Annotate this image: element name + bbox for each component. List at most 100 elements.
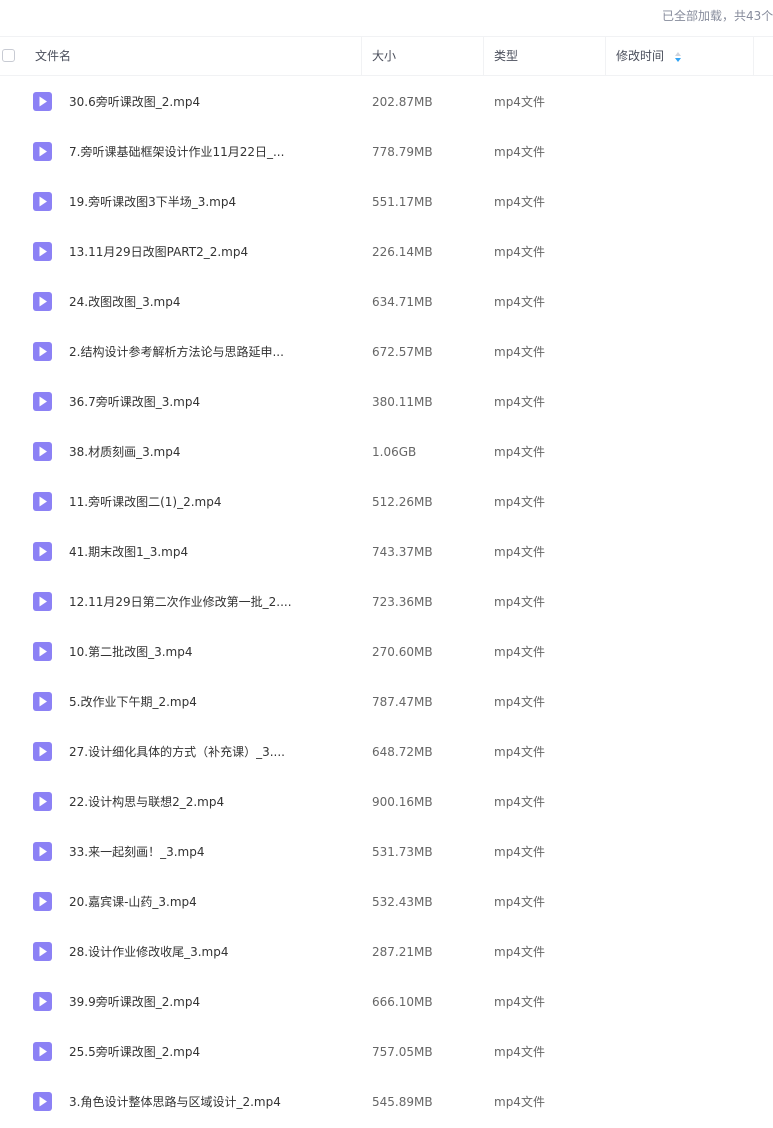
file-name[interactable]: 24.改图改图_3.mp4: [69, 277, 180, 328]
video-file-icon: [33, 692, 52, 711]
file-row[interactable]: 22.设计构思与联想2_2.mp4 900.16MB mp4文件: [0, 777, 773, 827]
file-row[interactable]: 36.7旁听课改图_3.mp4 380.11MB mp4文件: [0, 377, 773, 427]
file-size: 202.87MB: [372, 95, 433, 109]
file-size: 757.05MB: [372, 1045, 433, 1059]
file-row[interactable]: 7.旁听课基础框架设计作业11月22日_... 778.79MB mp4文件: [0, 127, 773, 177]
file-size: 380.11MB: [372, 395, 433, 409]
file-row[interactable]: 33.来一起刻画！_3.mp4 531.73MB mp4文件: [0, 827, 773, 877]
file-row[interactable]: 30.6旁听课改图_2.mp4 202.87MB mp4文件: [0, 77, 773, 127]
file-type: mp4文件: [494, 595, 545, 609]
file-row[interactable]: 10.第二批改图_3.mp4 270.60MB mp4文件: [0, 627, 773, 677]
file-type: mp4文件: [494, 445, 545, 459]
file-row[interactable]: 13.11月29日改图PART2_2.mp4 226.14MB mp4文件: [0, 227, 773, 277]
file-row[interactable]: 38.材质刻画_3.mp4 1.06GB mp4文件: [0, 427, 773, 477]
file-row[interactable]: 28.设计作业修改收尾_3.mp4 287.21MB mp4文件: [0, 927, 773, 977]
file-name[interactable]: 7.旁听课基础框架设计作业11月22日_...: [69, 127, 284, 178]
video-file-icon: [33, 892, 52, 911]
video-file-icon: [33, 742, 52, 761]
file-row[interactable]: 39.9旁听课改图_2.mp4 666.10MB mp4文件: [0, 977, 773, 1027]
column-divider[interactable]: [605, 37, 606, 75]
file-name[interactable]: 13.11月29日改图PART2_2.mp4: [69, 227, 248, 278]
file-type: mp4文件: [494, 395, 545, 409]
file-name[interactable]: 30.6旁听课改图_2.mp4: [69, 77, 200, 128]
file-name[interactable]: 3.角色设计整体思路与区域设计_2.mp4: [69, 1077, 281, 1128]
file-row[interactable]: 11.旁听课改图二(1)_2.mp4 512.26MB mp4文件: [0, 477, 773, 527]
video-file-icon: [33, 842, 52, 861]
file-type: mp4文件: [494, 95, 545, 109]
video-file-icon: [33, 992, 52, 1011]
file-size: 512.26MB: [372, 495, 433, 509]
file-name[interactable]: 27.设计细化具体的方式（补充课）_3....: [69, 727, 285, 778]
file-type: mp4文件: [494, 845, 545, 859]
file-name[interactable]: 22.设计构思与联想2_2.mp4: [69, 777, 224, 828]
file-size: 532.43MB: [372, 895, 433, 909]
file-size: 531.73MB: [372, 845, 433, 859]
file-size: 743.37MB: [372, 545, 433, 559]
video-file-icon: [33, 242, 52, 261]
file-size: 270.60MB: [372, 645, 433, 659]
video-file-icon: [33, 792, 52, 811]
file-name[interactable]: 19.旁听课改图3下半场_3.mp4: [69, 177, 236, 228]
file-size: 648.72MB: [372, 745, 433, 759]
file-row[interactable]: 41.期末改图1_3.mp4 743.37MB mp4文件: [0, 527, 773, 577]
file-row[interactable]: 2.结构设计参考解析方法论与思路延申... 672.57MB mp4文件: [0, 327, 773, 377]
file-row[interactable]: 19.旁听课改图3下半场_3.mp4 551.17MB mp4文件: [0, 177, 773, 227]
file-type: mp4文件: [494, 245, 545, 259]
file-name[interactable]: 41.期末改图1_3.mp4: [69, 527, 188, 578]
loaded-count-text: 已全部加载，共43个: [662, 9, 773, 23]
file-name[interactable]: 33.来一起刻画！_3.mp4: [69, 827, 204, 878]
video-file-icon: [33, 542, 52, 561]
file-list-header: 文件名 大小 类型 修改时间: [0, 36, 773, 76]
file-size: 545.89MB: [372, 1095, 433, 1109]
video-file-icon: [33, 1042, 52, 1061]
file-name[interactable]: 25.5旁听课改图_2.mp4: [69, 1027, 200, 1078]
column-divider[interactable]: [361, 37, 362, 75]
file-row[interactable]: 25.5旁听课改图_2.mp4 757.05MB mp4文件: [0, 1027, 773, 1077]
file-row[interactable]: 12.11月29日第二次作业修改第一批_2.... 723.36MB mp4文件: [0, 577, 773, 627]
file-list: 30.6旁听课改图_2.mp4 202.87MB mp4文件 7.旁听课基础框架设计作…: [0, 77, 773, 1127]
sort-icon[interactable]: [675, 52, 681, 62]
file-type: mp4文件: [494, 1095, 545, 1109]
file-row[interactable]: 27.设计细化具体的方式（补充课）_3.... 648.72MB mp4文件: [0, 727, 773, 777]
file-name[interactable]: 5.改作业下午期_2.mp4: [69, 677, 197, 728]
file-type: mp4文件: [494, 545, 545, 559]
file-size: 1.06GB: [372, 445, 417, 459]
video-file-icon: [33, 292, 52, 311]
video-file-icon: [33, 1092, 52, 1111]
file-size: 666.10MB: [372, 995, 433, 1009]
video-file-icon: [33, 92, 52, 111]
file-size: 287.21MB: [372, 945, 433, 959]
column-header-size[interactable]: 大小: [372, 37, 396, 75]
file-name[interactable]: 38.材质刻画_3.mp4: [69, 427, 180, 478]
file-name[interactable]: 12.11月29日第二次作业修改第一批_2....: [69, 577, 292, 628]
video-file-icon: [33, 142, 52, 161]
column-divider[interactable]: [483, 37, 484, 75]
file-name[interactable]: 2.结构设计参考解析方法论与思路延申...: [69, 327, 284, 378]
file-size: 787.47MB: [372, 695, 433, 709]
file-name[interactable]: 11.旁听课改图二(1)_2.mp4: [69, 477, 221, 528]
file-row[interactable]: 3.角色设计整体思路与区域设计_2.mp4 545.89MB mp4文件: [0, 1077, 773, 1127]
video-file-icon: [33, 492, 52, 511]
file-name[interactable]: 36.7旁听课改图_3.mp4: [69, 377, 200, 428]
file-row[interactable]: 20.嘉宾课-山药_3.mp4 532.43MB mp4文件: [0, 877, 773, 927]
file-type: mp4文件: [494, 945, 545, 959]
video-file-icon: [33, 392, 52, 411]
file-row[interactable]: 24.改图改图_3.mp4 634.71MB mp4文件: [0, 277, 773, 327]
file-type: mp4文件: [494, 145, 545, 159]
file-name[interactable]: 39.9旁听课改图_2.mp4: [69, 977, 200, 1028]
column-header-modified-time[interactable]: 修改时间: [616, 37, 664, 75]
file-size: 634.71MB: [372, 295, 433, 309]
file-type: mp4文件: [494, 195, 545, 209]
file-name[interactable]: 20.嘉宾课-山药_3.mp4: [69, 877, 197, 928]
file-name[interactable]: 28.设计作业修改收尾_3.mp4: [69, 927, 228, 978]
file-type: mp4文件: [494, 795, 545, 809]
column-divider[interactable]: [753, 37, 754, 75]
video-file-icon: [33, 942, 52, 961]
file-name[interactable]: 10.第二批改图_3.mp4: [69, 627, 192, 678]
column-header-name[interactable]: 文件名: [35, 37, 71, 75]
file-type: mp4文件: [494, 695, 545, 709]
file-type: mp4文件: [494, 745, 545, 759]
select-all-checkbox[interactable]: [2, 49, 15, 62]
column-header-type[interactable]: 类型: [494, 37, 518, 75]
file-row[interactable]: 5.改作业下午期_2.mp4 787.47MB mp4文件: [0, 677, 773, 727]
